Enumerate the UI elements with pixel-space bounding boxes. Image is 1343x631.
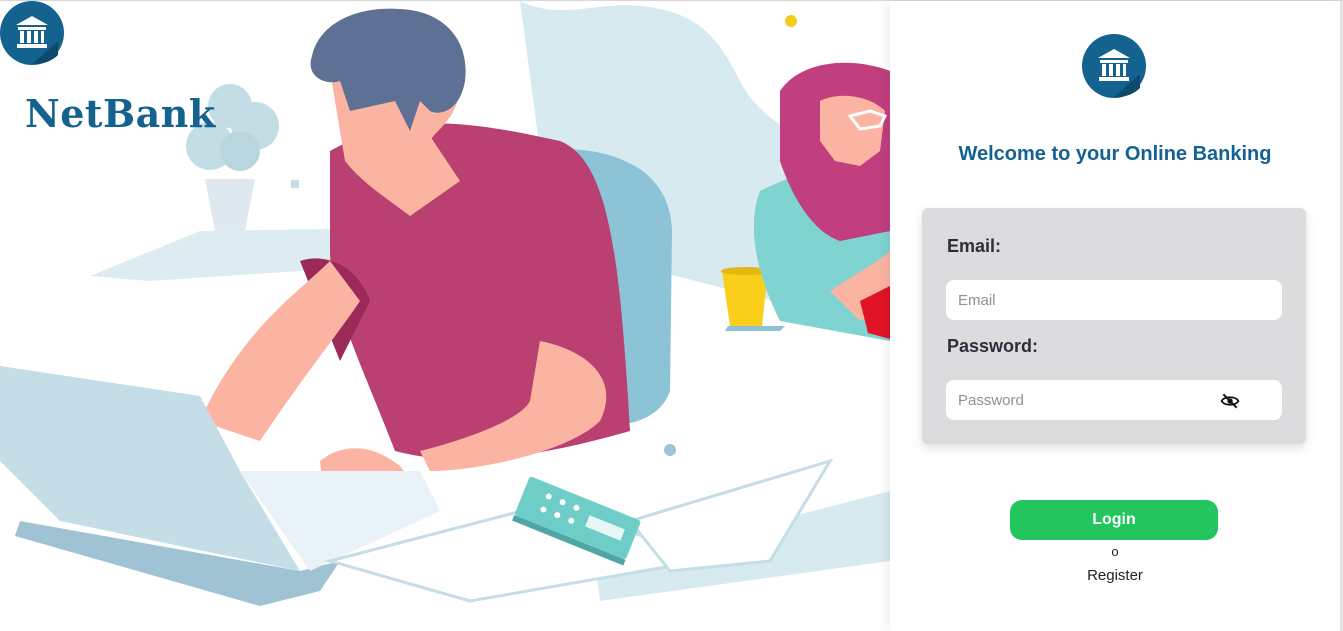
hero-illustration: NetBank bbox=[0, 1, 890, 631]
login-form-card: Email: Password: bbox=[922, 208, 1306, 444]
separator-text: o bbox=[1111, 544, 1119, 559]
welcome-heading: Welcome to your Online Banking bbox=[958, 143, 1272, 165]
login-button[interactable]: Login bbox=[1010, 500, 1218, 540]
password-label: Password: bbox=[947, 336, 1039, 356]
eye-off-icon[interactable] bbox=[1220, 391, 1240, 411]
brand-name: NetBank bbox=[25, 91, 216, 136]
bank-icon bbox=[1082, 34, 1146, 98]
login-panel: Welcome to your Online Banking Email: Pa… bbox=[890, 1, 1340, 631]
email-input[interactable] bbox=[946, 280, 1282, 320]
bank-icon bbox=[0, 1, 64, 65]
register-link[interactable]: Register bbox=[890, 567, 1340, 584]
email-label: Email: bbox=[947, 236, 1002, 256]
